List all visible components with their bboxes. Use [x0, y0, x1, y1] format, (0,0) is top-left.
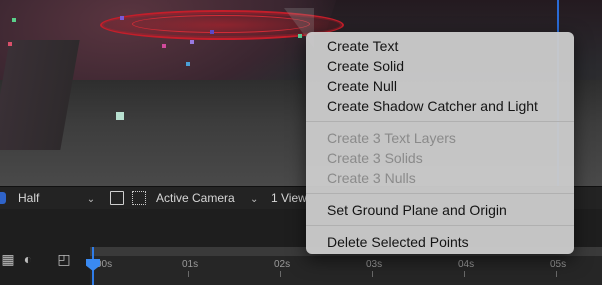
chevron-down-icon: ⌄: [86, 194, 96, 205]
menu-separator: [306, 193, 574, 194]
track-point[interactable]: [120, 16, 124, 20]
menu-item-create-solid[interactable]: Create Solid: [306, 56, 574, 76]
tick-mark: [464, 271, 465, 277]
menu-item-create-text[interactable]: Create Text: [306, 36, 574, 56]
track-point[interactable]: [210, 30, 214, 34]
tick-label: 01s: [182, 259, 199, 270]
menu-item-create-3-solids: Create 3 Solids: [327, 150, 423, 166]
region-of-interest-icon[interactable]: [110, 191, 124, 205]
graph-editor-icon[interactable]: ◰: [56, 251, 72, 267]
track-point[interactable]: [298, 34, 302, 38]
resolution-label: Half: [18, 191, 40, 205]
menu-item-create-3-text-layers: Create 3 Text Layers: [327, 130, 456, 146]
tick-mark: [188, 271, 189, 277]
track-point[interactable]: [116, 112, 124, 120]
menu-item-delete-selected-points[interactable]: Delete Selected Points: [306, 232, 574, 252]
color-marker: [0, 192, 6, 204]
track-point[interactable]: [8, 42, 12, 46]
tick-label: 04s: [458, 259, 475, 270]
tick-label: 05s: [550, 259, 567, 270]
track-point[interactable]: [162, 44, 166, 48]
resolution-dropdown[interactable]: Half ⌄: [18, 190, 95, 206]
view-mode-label: Active Camera: [156, 191, 235, 205]
view-mode-dropdown[interactable]: Active Camera ⌄: [156, 190, 258, 206]
tick-mark: [556, 271, 557, 277]
track-point[interactable]: [12, 18, 16, 22]
tick-mark: [372, 271, 373, 277]
track-point[interactable]: [186, 62, 190, 66]
track-point[interactable]: [190, 40, 194, 44]
menu-item-create-shadow-catcher[interactable]: Create Shadow Catcher and Light: [306, 96, 574, 116]
motion-blur-icon[interactable]: ◐: [20, 251, 36, 267]
layer-icon[interactable]: ▦: [0, 251, 16, 267]
tick-label: 03s: [366, 259, 383, 270]
transparency-grid-icon[interactable]: [132, 191, 146, 205]
view-layout-label: 1 View: [271, 191, 307, 205]
menu-item-create-3-nulls: Create 3 Nulls: [327, 170, 416, 186]
tick-mark: [280, 271, 281, 277]
chevron-down-icon: ⌄: [250, 194, 259, 205]
menu-item-create-null[interactable]: Create Null: [306, 76, 574, 96]
menu-separator: [306, 225, 574, 226]
tick-label: 02s: [274, 259, 291, 270]
context-menu: Create Text Create Solid Create Null Cre…: [306, 32, 574, 254]
view-layout-dropdown[interactable]: 1 View: [271, 190, 307, 206]
menu-separator: [306, 121, 574, 122]
menu-item-set-ground-plane[interactable]: Set Ground Plane and Origin: [306, 200, 574, 220]
